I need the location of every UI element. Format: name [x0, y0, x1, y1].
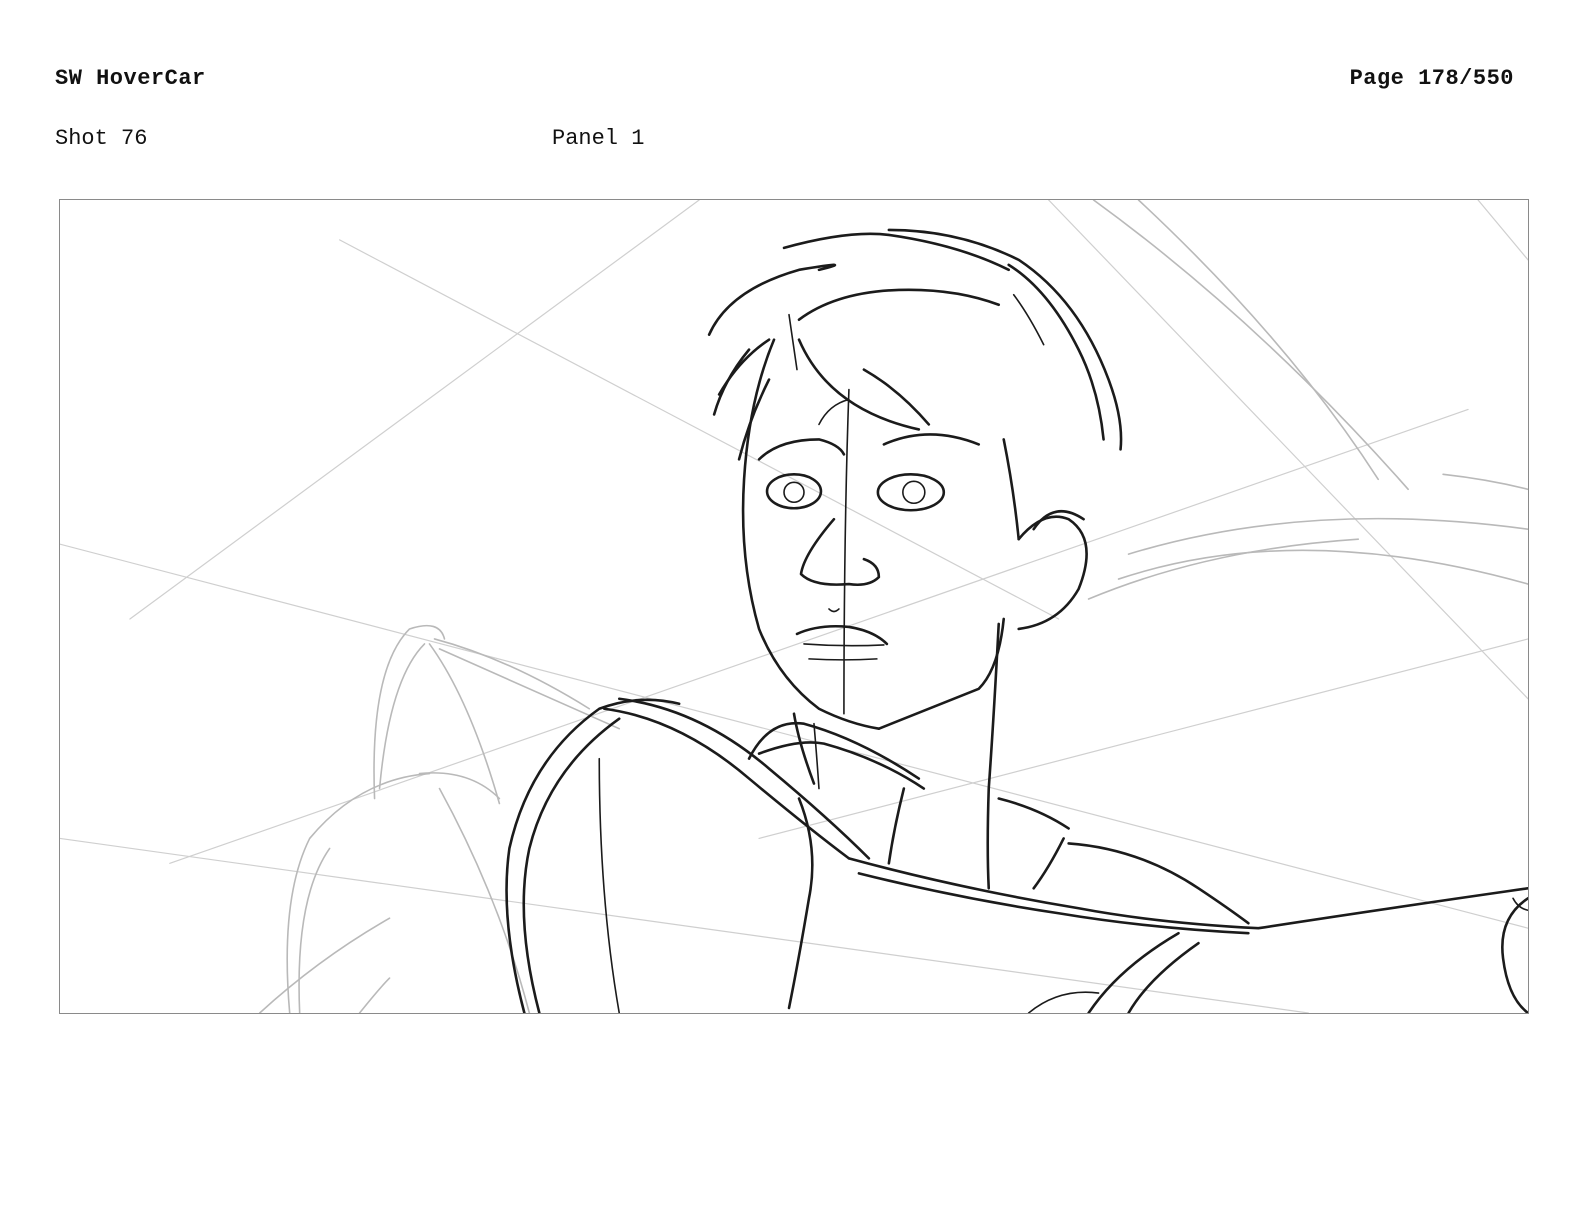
character-face — [741, 313, 1088, 730]
storyboard-sketch — [60, 200, 1528, 1013]
page-number: Page 178/550 — [1349, 66, 1514, 91]
character-body — [505, 622, 1528, 1013]
shot-label: Shot 76 — [55, 126, 148, 151]
background-construction-lines — [60, 200, 1528, 1013]
right-eye — [876, 473, 946, 512]
panel-label: Panel 1 — [552, 126, 645, 151]
storyboard-panel — [59, 199, 1529, 1014]
project-title: SW HoverCar — [55, 66, 206, 91]
